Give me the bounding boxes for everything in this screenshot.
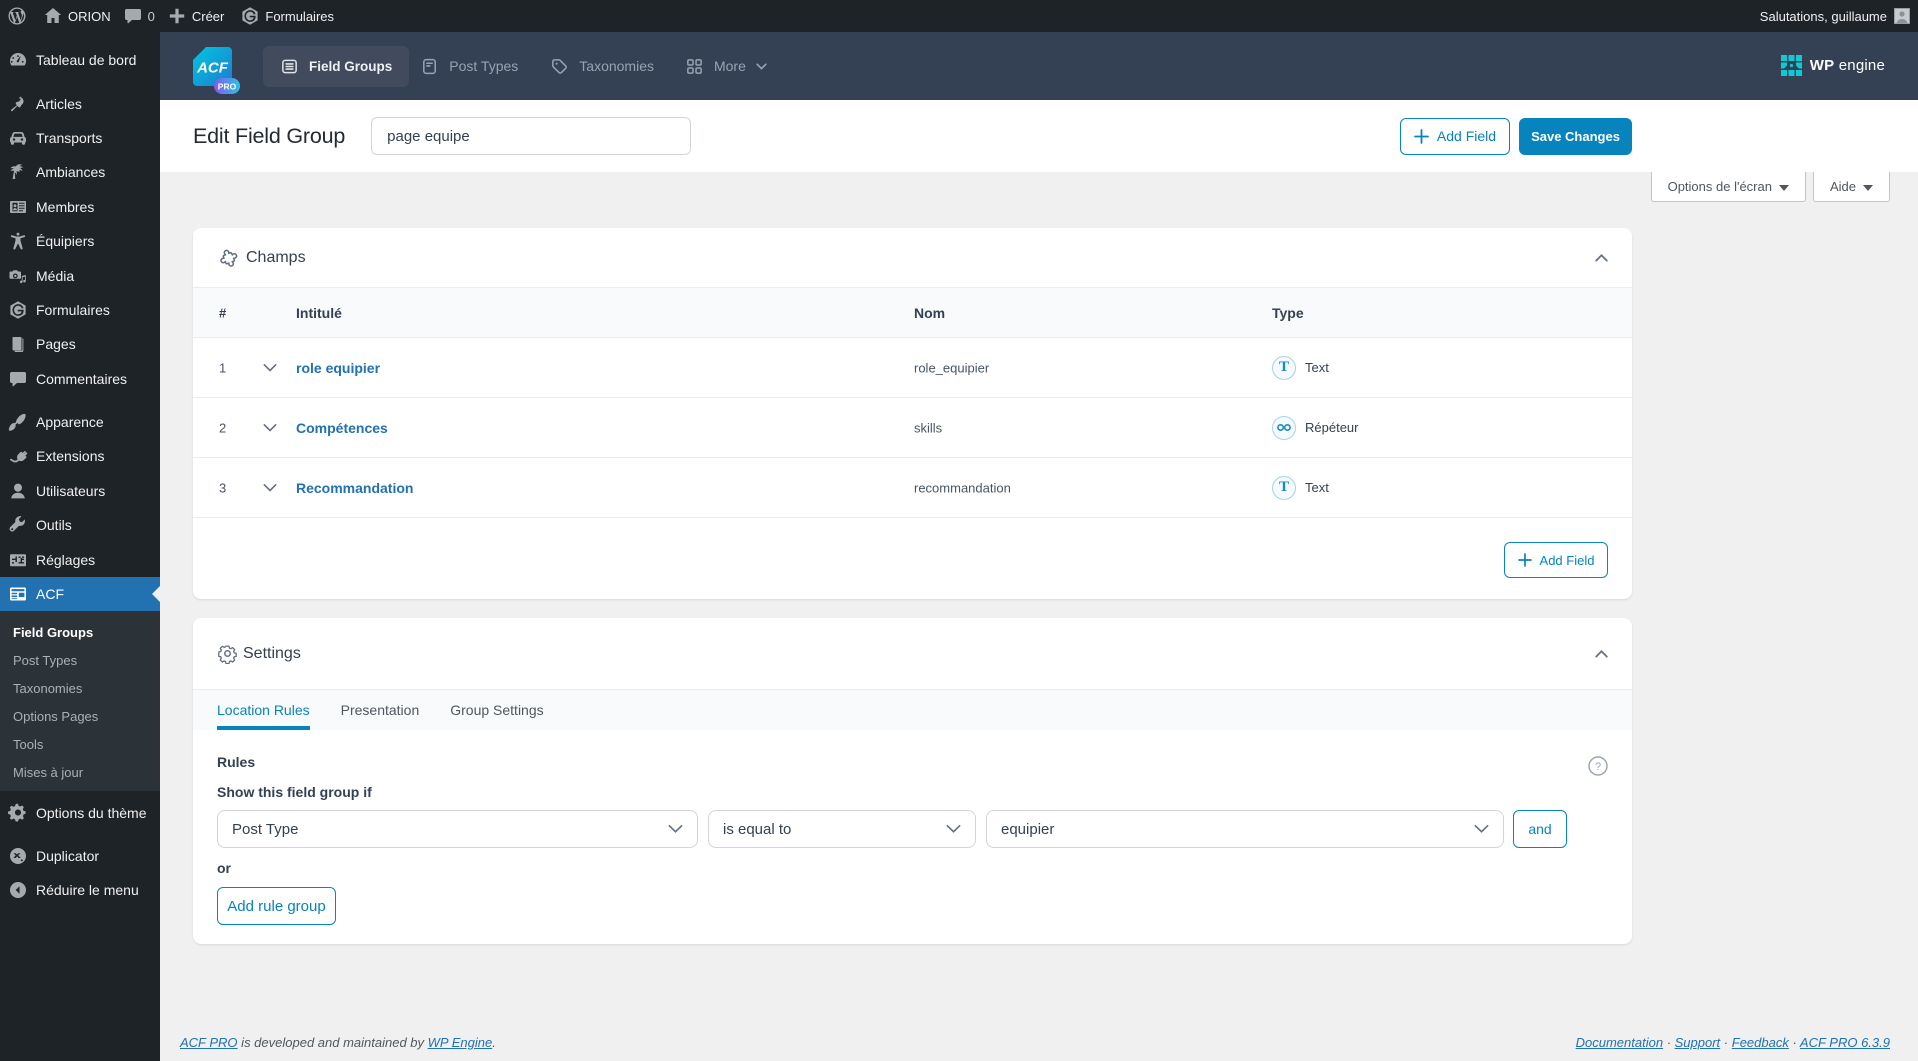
svg-text:?: ?	[1595, 761, 1601, 773]
svg-text:ACF: ACF	[196, 59, 229, 76]
svg-text:PRO: PRO	[218, 81, 237, 91]
